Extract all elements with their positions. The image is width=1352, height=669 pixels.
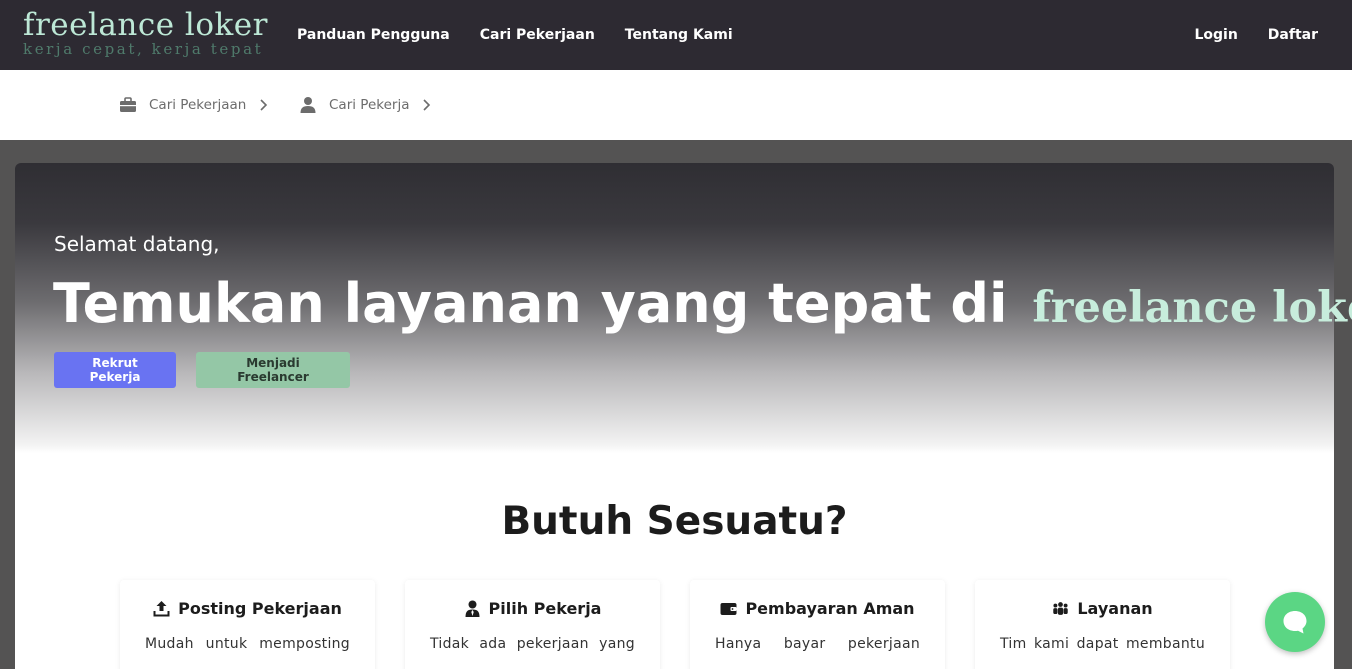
subnav-label: Cari Pekerjaan [149,97,247,113]
brand-name: freelance loker [23,7,268,43]
brand-tagline: kerja cepat, kerja tepat [23,40,264,58]
feature-card-pilih-pekerja[interactable]: Pilih Pekerja Tidak ada pekerjaan yang [405,580,660,669]
rekrut-pekerja-button[interactable]: Rekrut Pekerja [54,352,176,388]
user-icon [300,97,316,113]
nav-link-cari-pekerjaan[interactable]: Cari Pekerjaan [480,27,595,43]
hero-card: Selamat datang, Temukan layanan yang tep… [15,163,1352,669]
feature-title: Pilih Pekerja [405,599,660,618]
feature-title-text: Posting Pekerjaan [178,599,342,618]
briefcase-icon [120,97,136,112]
feature-title: Pembayaran Aman [690,599,945,618]
feature-card-pembayaran-aman[interactable]: Pembayaran Aman Hanya bayar pekerjaan [690,580,945,669]
feature-title: Posting Pekerjaan [120,599,375,618]
upload-icon [153,601,170,617]
user-tie-icon [465,600,480,617]
chevron-right-icon [423,99,431,111]
menjadi-freelancer-button[interactable]: Menjadi Freelancer [196,352,350,388]
top-navbar: freelance loker kerja cepat, kerja tepat… [0,0,1352,70]
hero-greeting: Selamat datang, [54,232,220,256]
feature-title: Layanan [975,599,1230,618]
feature-card-layanan[interactable]: Layanan Tim kami dapat membantu [975,580,1230,669]
users-icon [1053,602,1069,615]
feature-desc: Tim kami dapat membantu [1000,636,1205,652]
chat-bubble-icon [1283,611,1307,634]
register-link[interactable]: Daftar [1268,27,1318,43]
feature-desc: Hanya bayar pekerjaan [715,636,920,652]
nav-link-panduan-pengguna[interactable]: Panduan Pengguna [297,27,450,43]
feature-card-posting-pekerjaan[interactable]: Posting Pekerjaan Mudah untuk memposting [120,580,375,669]
chat-widget-button[interactable] [1265,592,1325,652]
feature-title-text: Pilih Pekerja [488,599,602,618]
auth-nav: Login Daftar [1194,0,1318,70]
subnav-label: Cari Pekerja [329,97,410,113]
brand-logo[interactable]: freelance loker kerja cepat, kerja tepat [23,6,268,58]
hero-headline-brand: freelance loker [1032,283,1352,333]
hero-headline-text: Temukan layanan yang tepat di [53,272,1008,335]
subnav-item-cari-pekerja[interactable]: Cari Pekerja [299,96,431,114]
main-nav: Panduan Pengguna Cari Pekerjaan Tentang … [297,0,733,70]
feature-desc: Tidak ada pekerjaan yang [430,636,635,652]
feature-title-text: Layanan [1077,599,1153,618]
feature-title-text: Pembayaran Aman [745,599,915,618]
section-title: Butuh Sesuatu? [501,499,848,544]
subnav-item-cari-pekerjaan[interactable]: Cari Pekerjaan [119,96,268,114]
login-link[interactable]: Login [1194,27,1237,43]
nav-link-tentang-kami[interactable]: Tentang Kami [625,27,733,43]
secondary-nav: Cari Pekerjaan Cari Pekerja [0,70,1352,140]
wallet-icon [720,603,737,615]
feature-desc: Mudah untuk memposting [145,636,350,652]
hero-headline: Temukan layanan yang tepat di freelance … [53,269,1352,343]
chevron-right-icon [260,99,268,111]
